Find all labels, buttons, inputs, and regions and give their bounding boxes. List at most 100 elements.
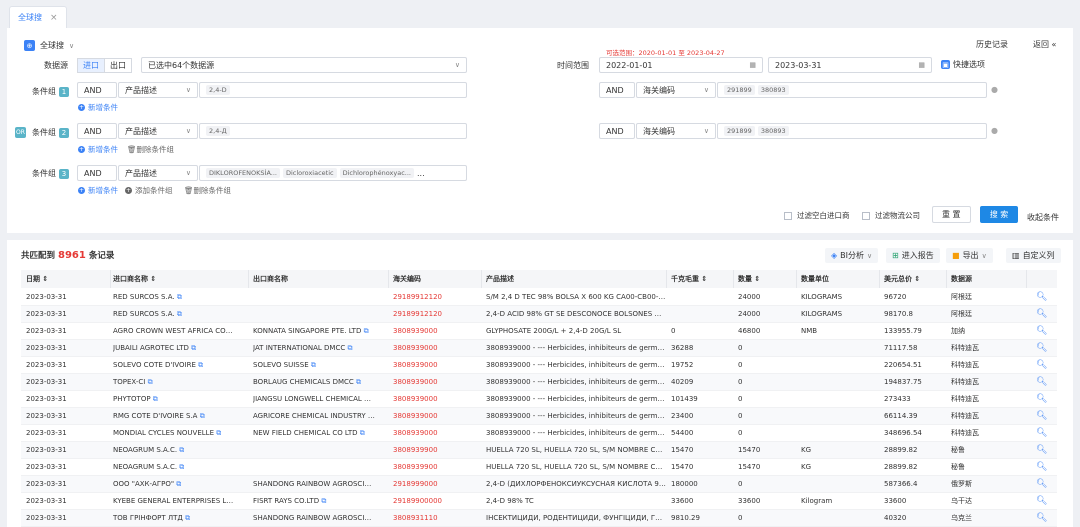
copy-icon[interactable]: ⧉ xyxy=(177,463,184,471)
export-option[interactable]: 出口 xyxy=(105,59,131,72)
add-group-button[interactable]: + 添加条件组 xyxy=(125,185,173,196)
table-row[interactable]: 2023-03-31 PHYTOTOP ⧉ JIANGSU LONGWELL CHE… xyxy=(21,391,1057,408)
operator-select[interactable]: AND xyxy=(77,123,117,139)
report-button[interactable]: ⊞ 进入报告 xyxy=(886,248,940,263)
or-badge[interactable]: OR xyxy=(15,127,26,138)
copy-icon[interactable]: ⧉ xyxy=(345,344,352,352)
operator-select[interactable]: AND xyxy=(77,165,117,181)
add-condition-button[interactable]: + 新增条件 xyxy=(78,144,118,155)
copy-icon[interactable]: ⧉ xyxy=(354,378,361,386)
import-option[interactable]: 进口 xyxy=(78,59,105,72)
operator-select[interactable]: AND xyxy=(599,123,635,139)
hs-tag[interactable]: 291899 xyxy=(724,126,755,136)
view-detail-icon[interactable]: 🔍︎ xyxy=(1036,510,1052,527)
back-link[interactable]: 返回 « xyxy=(1033,39,1056,50)
reset-button[interactable]: 重 置 xyxy=(932,206,971,223)
copy-icon[interactable]: ⧉ xyxy=(151,395,158,403)
keyword-input[interactable]: 2,4-D xyxy=(199,82,467,98)
source-select[interactable]: 已选中64个数据源 ∨ xyxy=(141,57,467,73)
view-detail-icon[interactable]: 🔍︎ xyxy=(1036,408,1052,425)
copy-icon[interactable]: ⧉ xyxy=(183,514,190,522)
copy-icon[interactable]: ⧉ xyxy=(145,378,153,386)
table-row[interactable]: 2023-03-31 NEOAGRUM S.A.C. ⧉ 3808939900 HUE… xyxy=(21,459,1057,476)
view-detail-icon[interactable]: 🔍︎ xyxy=(1036,306,1052,323)
close-icon[interactable]: × xyxy=(50,13,58,23)
copy-icon[interactable]: ⧉ xyxy=(358,429,365,437)
view-detail-icon[interactable]: 🔍︎ xyxy=(1036,357,1052,374)
copy-icon[interactable]: ⧉ xyxy=(174,480,181,488)
checkbox[interactable] xyxy=(862,211,870,220)
view-detail-icon[interactable]: 🔍︎ xyxy=(1036,425,1052,442)
view-detail-icon[interactable]: 🔍︎ xyxy=(1036,374,1052,391)
hs-tag[interactable]: 380893 xyxy=(757,85,789,95)
copy-icon[interactable]: ⧉ xyxy=(309,361,316,369)
table-row[interactable]: 2023-03-31 SOLEVO COTE D'IVOIRE ⧉ SOLEVO S… xyxy=(21,357,1057,374)
field-select[interactable]: 产品描述 ∨ xyxy=(118,82,198,98)
table-row[interactable]: 2023-03-31 ТОВ ГРІНФОРТ ЛТД ⧉ SHANDONG RAI… xyxy=(21,510,1057,527)
keyword-input[interactable]: DIKLOROFENOKSİA... Dicloroxiacetic Dichl… xyxy=(199,165,467,181)
search-button[interactable]: 搜 索 xyxy=(980,206,1018,223)
operator-select[interactable]: AND xyxy=(77,82,117,98)
hs-code-input[interactable]: 291899 380893 xyxy=(717,123,987,139)
copy-icon[interactable]: ⧉ xyxy=(175,310,182,318)
delete-group-button[interactable]: 🗑 删除条件组 xyxy=(127,144,174,155)
start-date-input[interactable]: 2022-01-01 ▦ xyxy=(599,57,763,73)
keyword-tag[interactable]: DIKLOROFENOKSİA... xyxy=(206,168,280,178)
col-date[interactable]: 日期 ⇕ xyxy=(26,270,111,288)
add-condition-button[interactable]: + 新增条件 xyxy=(78,102,118,113)
copy-icon[interactable]: ⧉ xyxy=(319,497,326,505)
keyword-tag[interactable]: Dichlorophénoxyac... xyxy=(339,168,414,178)
field-select[interactable]: 产品描述 ∨ xyxy=(118,165,198,181)
copy-icon[interactable]: ⧉ xyxy=(214,429,221,437)
view-detail-icon[interactable]: 🔍︎ xyxy=(1036,459,1052,476)
view-detail-icon[interactable]: 🔍︎ xyxy=(1036,442,1052,459)
collapse-conditions-link[interactable]: 收起条件 xyxy=(1027,212,1059,223)
view-detail-icon[interactable]: 🔍︎ xyxy=(1036,323,1052,340)
tab-global-search[interactable]: 全球搜 × xyxy=(9,6,67,28)
view-detail-icon[interactable]: 🔍︎ xyxy=(1036,476,1052,493)
hs-tag[interactable]: 291899 xyxy=(724,85,755,95)
table-row[interactable]: 2023-03-31 RMG COTE D'IVOIRE S.A ⧉ AGRICOR… xyxy=(21,408,1057,425)
copy-icon[interactable]: ⧉ xyxy=(196,361,203,369)
table-row[interactable]: 2023-03-31 RED SURCOS S.A. ⧉ 29189912120 2,… xyxy=(21,306,1057,323)
filter-empty-importer[interactable]: 过滤空白进口商 xyxy=(784,210,850,221)
operator-select[interactable]: AND xyxy=(599,82,635,98)
checkbox[interactable] xyxy=(784,211,792,220)
copy-icon[interactable]: ⧉ xyxy=(361,327,369,335)
hs-tag[interactable]: 380893 xyxy=(757,126,789,136)
keyword-tag[interactable]: 2,4-Д xyxy=(206,126,230,136)
hs-code-input[interactable]: 291899 380893 xyxy=(717,82,987,98)
table-row[interactable]: 2023-03-31 NEOAGRUM S.A.C. ⧉ 3808939900 HUE… xyxy=(21,442,1057,459)
keyword-input[interactable]: 2,4-Д xyxy=(199,123,467,139)
field-select[interactable]: 海关编码 ∨ xyxy=(636,82,716,98)
copy-icon[interactable]: ⧉ xyxy=(175,293,182,301)
search-title[interactable]: ⊕ 全球搜 ∨ xyxy=(24,40,74,51)
table-row[interactable]: 2023-03-31 AGRO CROWN WEST AFRICA COMP...… xyxy=(21,323,1057,340)
end-date-input[interactable]: 2023-03-31 ▦ xyxy=(768,57,932,73)
view-detail-icon[interactable]: 🔍︎ xyxy=(1036,391,1052,408)
field-select[interactable]: 海关编码 ∨ xyxy=(636,123,716,139)
delete-group-button[interactable]: 🗑 删除条件组 xyxy=(184,185,231,196)
remove-condition-icon[interactable]: ● xyxy=(991,126,998,135)
bi-analysis-button[interactable]: ◈ BI分析 ∨ xyxy=(825,248,879,263)
table-row[interactable]: 2023-03-31 JUBAILI AGROTEC LTD ⧉ JAT INTER… xyxy=(21,340,1057,357)
keyword-tag[interactable]: Dicloroxiacetic xyxy=(282,168,337,178)
view-detail-icon[interactable]: 🔍︎ xyxy=(1036,340,1052,357)
field-select[interactable]: 产品描述 ∨ xyxy=(118,123,198,139)
copy-icon[interactable]: ⧉ xyxy=(197,412,205,420)
history-link[interactable]: 历史记录 xyxy=(976,39,1008,50)
table-row[interactable]: 2023-03-31 ООО "АХК-АГРО" ⧉ SHANDONG RAINB… xyxy=(21,476,1057,493)
table-row[interactable]: 2023-03-31 KYEBE GENERAL ENTERPRISES LIMI… xyxy=(21,493,1057,510)
copy-icon[interactable]: ⧉ xyxy=(177,446,184,454)
table-row[interactable]: 2023-03-31 RED SURCOS S.A. ⧉ 29189912120 S/… xyxy=(21,289,1057,306)
view-detail-icon[interactable]: 🔍︎ xyxy=(1036,289,1052,306)
view-detail-icon[interactable]: 🔍︎ xyxy=(1036,493,1052,510)
remove-condition-icon[interactable]: ● xyxy=(991,85,998,94)
filter-logistics[interactable]: 过滤物流公司 xyxy=(862,210,920,221)
keyword-tag[interactable]: 2,4-D xyxy=(206,85,230,95)
table-row[interactable]: 2023-03-31 MONDIAL CYCLES NOUVELLE ⧉ NEW F… xyxy=(21,425,1057,442)
add-condition-button[interactable]: + 新增条件 xyxy=(78,185,118,196)
table-row[interactable]: 2023-03-31 TOPEX-CI ⧉ BORLAUG CHEMICALS DM… xyxy=(21,374,1057,391)
col-quantity[interactable]: 数量 ⇕ xyxy=(734,270,797,288)
col-weight[interactable]: 千克毛重 ⇕ xyxy=(667,270,734,288)
